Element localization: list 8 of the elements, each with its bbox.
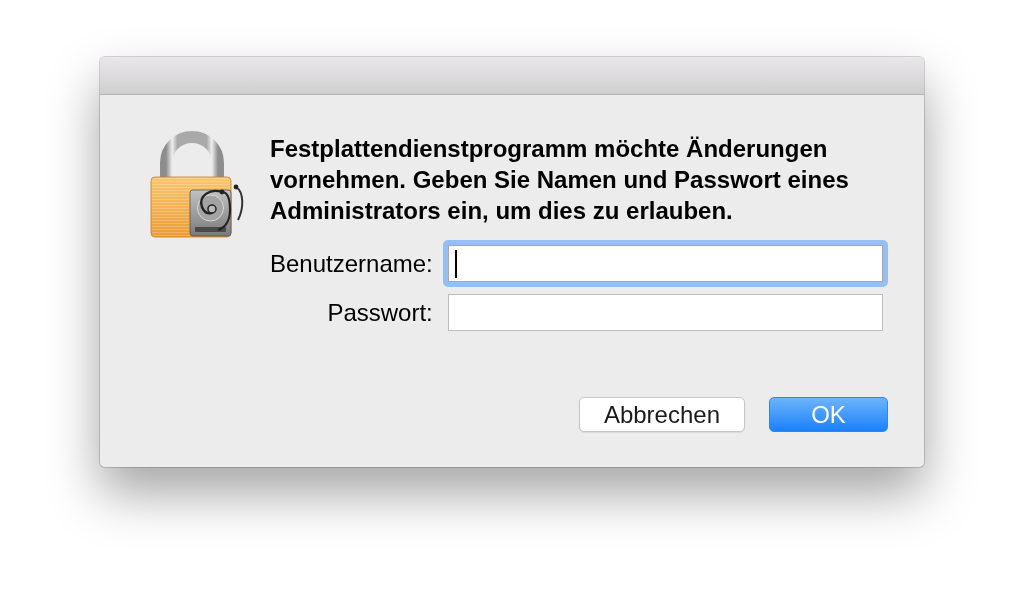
input-field[interactable] (447, 294, 883, 331)
cancel-button[interactable]: Abbrechen (578, 397, 745, 432)
input-field[interactable] (442, 240, 888, 287)
dialog-message: Festplattendienstprogramm möchte Änderungen vornehmen. Geben Sie Namen und Passwort eines Administrators ein, um dies zu erlauben. (270, 134, 850, 226)
text-cursor-icon (454, 249, 457, 278)
field-label: Benutzername: (270, 249, 433, 278)
field-label: Passwort: (327, 298, 433, 327)
padlock-icon (148, 130, 245, 238)
